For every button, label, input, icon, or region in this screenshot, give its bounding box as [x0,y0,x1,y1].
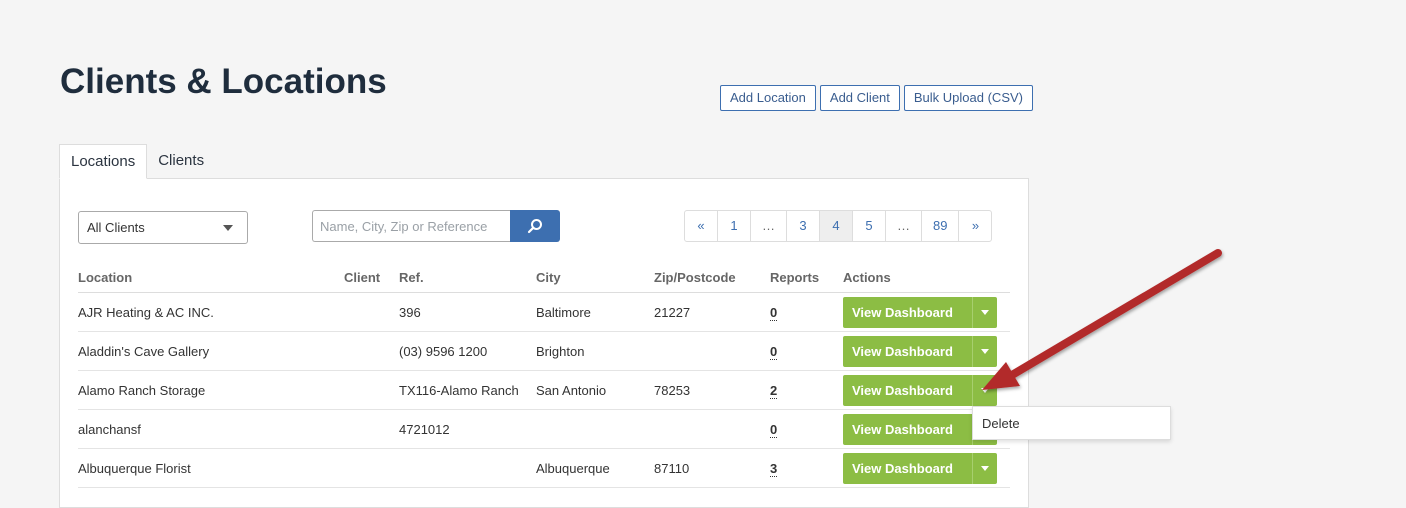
cell-city: Brighton [536,331,654,371]
cell-reports: 0 [770,409,843,449]
table-row: Alamo Ranch Storage TX116-Alamo Ranch Sa… [78,370,1010,410]
search-icon [527,219,542,234]
cell-actions: View Dashboard [843,370,1010,410]
search-button[interactable] [510,210,560,242]
cell-city: Albuquerque [536,448,654,488]
view-dashboard-button[interactable]: View Dashboard [843,452,972,484]
cell-city [536,409,654,449]
reports-count-link[interactable]: 2 [770,382,778,399]
view-dashboard-button[interactable]: View Dashboard [843,296,972,328]
reports-count-link[interactable]: 3 [770,460,778,477]
cell-reports: 3 [770,448,843,488]
actions-dropdown-toggle[interactable] [972,452,997,484]
add-location-button[interactable]: Add Location [720,85,816,111]
cell-ref [399,448,536,488]
chevron-down-icon [223,225,233,231]
cell-city: Baltimore [536,292,654,332]
column-header-ref[interactable]: Ref. [399,270,536,293]
page-ellipsis: … [885,210,922,242]
view-dashboard-split-button: View Dashboard [843,452,997,484]
view-dashboard-button[interactable]: View Dashboard [843,335,972,367]
cell-city: San Antonio [536,370,654,410]
reports-count-link[interactable]: 0 [770,343,778,360]
pagination: « 1 … 3 4 5 … 89 » [684,210,993,242]
page-5-button[interactable]: 5 [852,210,886,242]
page-89-button[interactable]: 89 [921,210,960,242]
tab-clients[interactable]: Clients [147,144,215,178]
tab-bar: Locations Clients [59,144,215,179]
client-filter-select[interactable]: All Clients [78,211,248,244]
cell-reports: 2 [770,370,843,410]
column-header-reports[interactable]: Reports [770,270,843,293]
client-filter-value: All Clients [87,220,145,235]
tab-locations[interactable]: Locations [59,144,148,179]
page-ellipsis: … [750,210,787,242]
page-title: Clients & Locations [60,62,387,101]
cell-zip: 21227 [654,292,770,332]
cell-reports: 0 [770,331,843,371]
page-1-button[interactable]: 1 [717,210,751,242]
search-group [312,210,560,242]
column-header-zip[interactable]: Zip/Postcode [654,270,770,293]
locations-table: Location Client Ref. City Zip/Postcode R… [78,270,1010,488]
cell-location: Albuquerque Florist [78,448,344,488]
actions-dropdown-toggle[interactable] [972,335,997,367]
table-row: Aladdin's Cave Gallery (03) 9596 1200 Br… [78,331,1010,371]
cell-zip: 87110 [654,448,770,488]
column-header-client[interactable]: Client [344,270,399,293]
cell-location: alanchansf [78,409,344,449]
actions-dropdown-toggle[interactable] [972,374,997,406]
cell-ref: 396 [399,292,536,332]
cell-location: Aladdin's Cave Gallery [78,331,344,371]
cell-location: AJR Heating & AC INC. [78,292,344,332]
top-actions: Add Location Add Client Bulk Upload (CSV… [720,85,1033,111]
cell-client [344,370,399,410]
reports-count-link[interactable]: 0 [770,421,778,438]
page-last-button[interactable]: » [958,210,993,242]
cell-ref: 4721012 [399,409,536,449]
cell-client [344,409,399,449]
reports-count-link[interactable]: 0 [770,304,778,321]
bulk-upload-button[interactable]: Bulk Upload (CSV) [903,85,1033,111]
table-row: Albuquerque Florist Albuquerque 87110 3 … [78,448,1010,488]
page-3-button[interactable]: 3 [786,210,820,242]
cell-client [344,292,399,332]
actions-dropdown-menu: Delete [972,406,1171,440]
actions-dropdown-toggle[interactable] [972,296,997,328]
table-row: alanchansf 4721012 0 View Dashboard [78,409,1010,449]
view-dashboard-button[interactable]: View Dashboard [843,413,972,445]
cell-actions: View Dashboard [843,292,1010,332]
locations-panel: All Clients « 1 … 3 4 5 … 89 » Location [59,178,1029,508]
column-header-city[interactable]: City [536,270,654,293]
cell-ref: TX116-Alamo Ranch [399,370,536,410]
column-header-location[interactable]: Location [78,270,344,293]
delete-menu-item[interactable]: Delete [973,407,1170,441]
add-client-button[interactable]: Add Client [819,85,900,111]
column-header-actions: Actions [843,270,1010,293]
cell-actions: View Dashboard [843,331,1010,371]
cell-client [344,331,399,371]
table-header-row: Location Client Ref. City Zip/Postcode R… [78,270,1010,293]
table-row: AJR Heating & AC INC. 396 Baltimore 2122… [78,292,1010,332]
cell-zip [654,331,770,371]
cell-actions: View Dashboard [843,448,1010,488]
cell-zip [654,409,770,449]
page-4-button[interactable]: 4 [819,210,853,242]
view-dashboard-split-button: View Dashboard [843,335,997,367]
cell-reports: 0 [770,292,843,332]
cell-location: Alamo Ranch Storage [78,370,344,410]
cell-zip: 78253 [654,370,770,410]
cell-ref: (03) 9596 1200 [399,331,536,371]
view-dashboard-split-button: View Dashboard [843,296,997,328]
view-dashboard-button[interactable]: View Dashboard [843,374,972,406]
page-first-button[interactable]: « [684,210,718,242]
view-dashboard-split-button: View Dashboard [843,374,997,406]
cell-client [344,448,399,488]
search-input[interactable] [312,210,510,242]
